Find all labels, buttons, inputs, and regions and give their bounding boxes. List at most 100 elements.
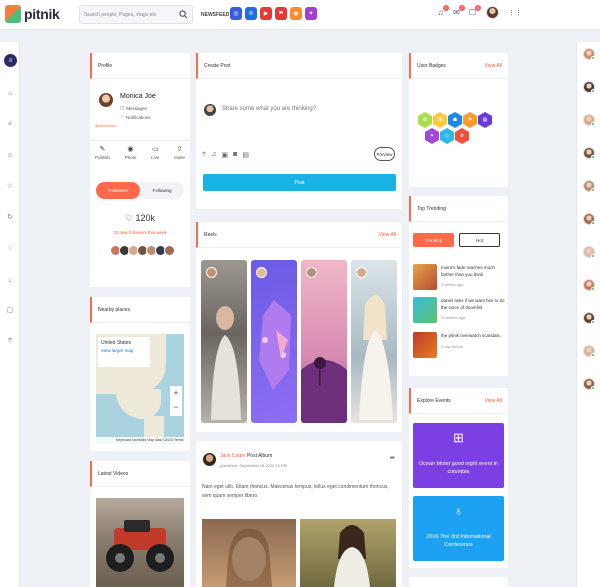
trending-item[interactable]: the pitnik overwatch scandals. 1 day bef… <box>413 332 505 360</box>
logo[interactable]: pitnik <box>5 5 60 23</box>
hamburger-menu-icon[interactable]: ≡ <box>4 54 17 67</box>
messenger-icon[interactable]: ◎ <box>230 7 242 20</box>
trending-item-time: 3 months ago <box>441 315 466 320</box>
photo-stat[interactable]: ◉ Photo <box>125 145 137 160</box>
badge-icon[interactable]: ✿ <box>418 112 432 128</box>
badge-icon[interactable]: 3K <box>433 112 447 128</box>
badge-icon[interactable]: ◇ <box>440 128 454 144</box>
online-friend-avatar[interactable] <box>583 114 595 126</box>
youtube-icon[interactable]: ▶ <box>260 7 272 20</box>
user-icon[interactable]: ☺ <box>5 150 15 160</box>
online-friend-avatar[interactable] <box>583 81 595 93</box>
tab-following[interactable]: Following <box>140 182 184 199</box>
message-icon[interactable]: ✉ 2 <box>452 4 465 18</box>
post-text-input[interactable]: Share some what you are thinking? <box>222 106 316 112</box>
online-friend-avatar[interactable] <box>583 147 595 159</box>
newsfeed-link[interactable]: NEWSFEED <box>201 12 229 18</box>
online-friend-avatar[interactable] <box>583 213 595 225</box>
video-thumbnail[interactable] <box>96 498 184 587</box>
search-icon[interactable] <box>179 10 188 19</box>
online-friend-avatar[interactable] <box>583 48 595 60</box>
tab-hot[interactable]: Hot <box>459 233 500 247</box>
menu-grid-icon[interactable]: ⋮⋮ <box>508 9 522 17</box>
online-friend-avatar[interactable] <box>583 180 595 192</box>
badge-icon[interactable]: ✦ <box>425 128 439 144</box>
location-icon[interactable]: ⌾ <box>202 151 206 159</box>
view-larger-map-link[interactable]: View larger map <box>101 348 147 353</box>
badge-icon[interactable]: ☗ <box>448 112 462 128</box>
music-icon[interactable]: ♫ <box>211 151 216 159</box>
online-friend-avatar[interactable] <box>583 345 595 357</box>
reels-view-all-link[interactable]: View All <box>379 232 396 238</box>
location-icon[interactable]: ⌾ <box>5 336 15 346</box>
notification-bell-icon[interactable]: ♫ 1 <box>436 4 449 18</box>
search-box <box>79 5 193 24</box>
camera-icon[interactable]: ◉ <box>290 7 302 20</box>
reel-item[interactable] <box>201 260 247 423</box>
zoom-in-button[interactable]: + <box>170 386 182 400</box>
post-image[interactable] <box>202 519 296 587</box>
events-view-all-link[interactable]: View All <box>485 398 502 404</box>
attachment-icon[interactable]: ▤ <box>242 151 249 159</box>
zoom-out-button[interactable]: − <box>170 400 182 414</box>
home-icon[interactable]: ⌂ <box>5 88 15 98</box>
calendar-icon[interactable]: ▢ <box>5 305 15 315</box>
stat-label: Publish <box>95 155 110 160</box>
badge-icon[interactable]: ▤ <box>478 112 492 128</box>
pinterest-icon[interactable]: ℗ <box>245 7 257 20</box>
post-image[interactable] <box>300 519 396 587</box>
publish-stat[interactable]: ✎ Publish <box>95 145 110 160</box>
online-friend-avatar[interactable] <box>583 279 595 291</box>
online-friend-avatar[interactable] <box>583 312 595 324</box>
feed-icon[interactable]: ✧ <box>5 119 15 129</box>
preview-button[interactable]: Preview <box>374 147 395 161</box>
event-card[interactable]: ⊞ Ocean Motel good night event in columb… <box>413 423 504 488</box>
event-card[interactable]: ♁ 2016 The 3rd International Conference <box>413 496 504 561</box>
messages-link[interactable]: ▢ Messages <box>120 105 147 111</box>
trending-thumbnail <box>413 264 437 290</box>
invite-stat[interactable]: ⇧ Invite <box>174 145 185 160</box>
search-input[interactable] <box>80 6 176 23</box>
camera-icon[interactable]: ◙ <box>233 151 237 159</box>
reel-item[interactable] <box>301 260 347 423</box>
user-avatar[interactable] <box>486 6 499 19</box>
trending-item[interactable]: daniel asks if we want him to do the voi… <box>413 297 505 325</box>
notification-badge: 1 <box>443 4 449 11</box>
online-friend-avatar[interactable] <box>583 378 595 390</box>
map[interactable]: United States View larger map + − Keyboa… <box>96 334 184 444</box>
tab-followers[interactable]: Followers <box>96 182 140 199</box>
online-status-dot <box>591 188 595 192</box>
badge-icon[interactable]: ♛ <box>455 128 469 144</box>
refresh-icon[interactable]: ↻ <box>5 212 15 222</box>
tab-trending[interactable]: Trending <box>413 233 454 247</box>
invite-icon: ⇧ <box>176 146 183 153</box>
reel-item[interactable] <box>251 260 297 423</box>
trending-item[interactable]: moira's fade reaches much farther than y… <box>413 264 505 292</box>
profile-avatar[interactable] <box>99 93 113 107</box>
post-author[interactable]: Jack Carter <box>220 453 246 459</box>
badges-view-all-link[interactable]: View All <box>485 63 502 69</box>
profile-title: Profile <box>98 62 113 69</box>
image-icon[interactable]: ▣ <box>221 151 228 159</box>
reel-item[interactable] <box>351 260 397 423</box>
videos-title: Latest Videos <box>98 470 129 477</box>
notifications-link[interactable]: ♢ Notifications <box>120 114 151 120</box>
online-friend-avatar[interactable] <box>583 246 595 258</box>
bell-icon[interactable]: ♢ <box>5 243 15 253</box>
online-status-dot <box>591 254 595 258</box>
live-stat[interactable]: ▭ Live <box>151 145 159 160</box>
badge-icon[interactable]: ⚑ <box>463 112 477 128</box>
star-icon[interactable]: ☆ <box>5 181 15 191</box>
avatar[interactable] <box>203 453 216 466</box>
profile-name[interactable]: Monica Joe <box>120 93 156 100</box>
chart-icon[interactable]: ⌞ <box>5 274 15 284</box>
photo-icon: ◉ <box>127 146 134 153</box>
more-options-icon[interactable]: ••• <box>390 455 395 462</box>
post-button[interactable]: Post <box>203 174 396 191</box>
thumb-icon[interactable]: ✦ <box>305 7 317 20</box>
chat-icon[interactable]: ☐ 3 <box>468 4 481 18</box>
profile-handle[interactable]: @shinchiva <box>95 123 116 128</box>
bookmark-icon[interactable]: ⚑ <box>275 7 287 20</box>
videos-card-header: Latest Videos <box>90 461 190 487</box>
avatar[interactable] <box>164 245 175 256</box>
